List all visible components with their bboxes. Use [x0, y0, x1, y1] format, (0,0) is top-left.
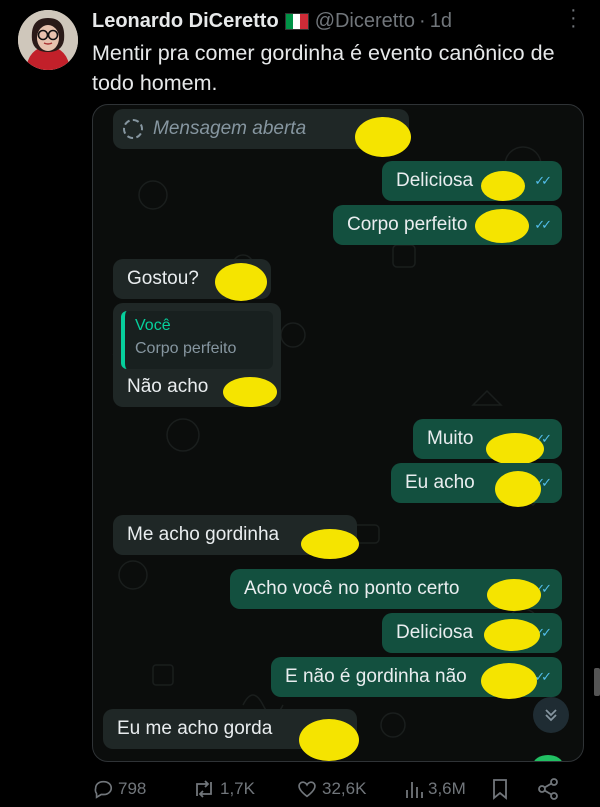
message-text: Corpo perfeito: [347, 214, 468, 235]
like-button[interactable]: 32,6K: [296, 778, 404, 800]
tweet-header: Leonardo DiCeretto @Diceretto · 1d: [92, 8, 584, 34]
more-options-icon[interactable]: · · ·: [570, 0, 577, 36]
read-receipt-icon: ✓✓: [534, 217, 552, 232]
share-icon: [538, 778, 558, 800]
chevron-double-down-icon[interactable]: [533, 697, 569, 733]
reply-count: 798: [118, 779, 147, 798]
censor-blob: [475, 209, 529, 243]
censor-blob: [481, 663, 537, 699]
repost-count: 1,7K: [220, 779, 255, 798]
censor-blob: [215, 263, 267, 301]
system-message-label: Mensagem aberta: [153, 118, 307, 139]
reply-button[interactable]: 798: [92, 778, 192, 800]
scrollbar[interactable]: [594, 668, 600, 696]
italy-flag-icon: [284, 12, 309, 30]
censor-blob: [223, 377, 277, 407]
censor-blob: [301, 529, 359, 559]
message-text: Gostou?: [127, 268, 199, 289]
message-text: E não é gordinha não: [285, 666, 467, 687]
chevron-double-down-glyph: [545, 709, 557, 722]
author-handle[interactable]: @Diceretto: [315, 10, 415, 33]
avatar[interactable]: [18, 10, 78, 70]
censor-blob: [484, 619, 540, 651]
reply-icon: [94, 780, 113, 799]
tweet-media-image[interactable]: Mensagem aberta Deliciosa ✓✓ Corpo perfe…: [92, 104, 584, 762]
separator: ·: [419, 9, 426, 32]
reply-author: Você: [135, 317, 171, 334]
tweet-actions: 798 1,7K 32,6K 3,6M: [92, 774, 580, 804]
censor-blob: [299, 719, 359, 761]
message-text: Deliciosa: [396, 622, 474, 643]
censor-blob: [355, 117, 411, 157]
message-text: Muito: [427, 428, 474, 449]
bookmark-icon: [493, 779, 507, 800]
read-receipt-icon: ✓✓: [534, 173, 552, 188]
tweet-text: Mentir pra comer gordinha é evento canôn…: [92, 41, 555, 95]
message-text: Me acho gordinha: [127, 524, 280, 545]
censor-blob: [486, 433, 544, 465]
censor-blob: [487, 579, 541, 611]
message-text: Eu me acho gorda: [117, 718, 273, 739]
like-count: 32,6K: [322, 779, 367, 798]
outgoing-message[interactable]: Deliciosa ✓✓: [382, 161, 562, 201]
avatar-image: [18, 10, 78, 70]
message-text: Não acho: [127, 376, 209, 397]
views-count: 3,6M: [428, 779, 466, 798]
timestamp[interactable]: 1d: [430, 10, 452, 33]
author-name[interactable]: Leonardo DiCeretto: [92, 10, 279, 33]
views-button[interactable]: 3,6M: [404, 778, 490, 800]
quoted-reply[interactable]: Você Corpo perfeito: [121, 311, 273, 369]
message-text: Eu acho: [405, 472, 475, 493]
reply-text: Corpo perfeito: [135, 340, 237, 357]
censor-blob: [495, 471, 541, 507]
message-text: Acho você no ponto certo: [244, 578, 460, 599]
repost-button[interactable]: 1,7K: [192, 778, 296, 800]
heart-icon: [298, 781, 316, 798]
message-text: Deliciosa: [396, 170, 474, 191]
share-button[interactable]: [536, 777, 560, 801]
bookmark-button[interactable]: [490, 777, 536, 801]
censor-blob: [481, 171, 525, 201]
repost-icon: [196, 780, 212, 798]
views-icon: [406, 782, 423, 798]
timer-icon: [123, 119, 143, 139]
